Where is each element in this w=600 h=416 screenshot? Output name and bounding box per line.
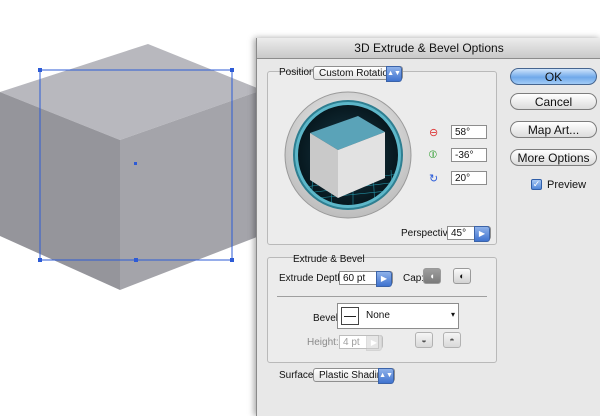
perspective-value: 45° bbox=[451, 228, 467, 239]
map-art-button[interactable]: Map Art... bbox=[510, 121, 597, 138]
cancel-button[interactable]: Cancel bbox=[510, 93, 597, 110]
selection-handle-bm[interactable] bbox=[134, 258, 138, 262]
checkmark-icon: ✓ bbox=[532, 179, 541, 189]
y-axis-angle-field[interactable]: -36° bbox=[451, 148, 487, 162]
selection-handle-br[interactable] bbox=[230, 258, 234, 262]
bevel-dropdown[interactable]: None ▾ bbox=[337, 303, 459, 329]
bevel-extent-in-icon: ◓ bbox=[449, 335, 455, 345]
height-label: Height: bbox=[307, 337, 339, 348]
rotation-track-cube[interactable] bbox=[283, 90, 413, 220]
extrude-depth-slider-toggle[interactable]: ▶ bbox=[376, 271, 393, 287]
y-axis-rotate-icon: ⦶ bbox=[429, 149, 437, 161]
play-arrow-icon: ▶ bbox=[366, 335, 382, 351]
extrude-depth-label: Extrude Depth: bbox=[279, 273, 346, 284]
bevel-dropdown-value: None bbox=[366, 310, 390, 321]
surface-dropdown[interactable]: Plastic Shading ▲▼ bbox=[313, 368, 395, 384]
position-dropdown-value: Custom Rotation bbox=[319, 68, 394, 79]
ok-button[interactable]: OK bbox=[510, 68, 597, 85]
z-axis-angle-field[interactable]: 20° bbox=[451, 171, 487, 185]
x-axis-rotate-icon: ⊖ bbox=[429, 127, 439, 139]
extrude-bevel-divider bbox=[277, 296, 487, 297]
dialog-title: 3D Extrude & Bevel Options bbox=[257, 38, 600, 59]
z-axis-rotate-icon: ↻ bbox=[429, 173, 439, 185]
cap-off-icon: ◐ bbox=[459, 271, 465, 281]
cap-off-button[interactable]: ◐ bbox=[453, 268, 471, 284]
chevron-updown-icon: ▲▼ bbox=[378, 368, 394, 384]
extrude-depth-value: 60 pt bbox=[343, 273, 366, 284]
chevron-updown-icon: ▲▼ bbox=[386, 66, 402, 82]
bevel-extent-in-button[interactable]: ◓ bbox=[443, 332, 461, 348]
extrude-bevel-section-label: Extrude & Bevel bbox=[293, 254, 365, 265]
cap-label: Cap: bbox=[403, 273, 425, 284]
x-axis-angle-field[interactable]: 58° bbox=[451, 125, 487, 139]
position-dropdown[interactable]: Custom Rotation ▲▼ bbox=[313, 66, 403, 82]
selection-handle-bl[interactable] bbox=[38, 258, 42, 262]
height-slider-toggle[interactable]: ▶ bbox=[366, 335, 383, 351]
selection-handle-tr[interactable] bbox=[230, 68, 234, 72]
play-arrow-icon: ▶ bbox=[376, 271, 392, 287]
surface-label: Surface: bbox=[279, 370, 317, 381]
preview-label: Preview bbox=[547, 179, 587, 191]
perspective-slider-toggle[interactable]: ▶ bbox=[474, 226, 491, 242]
cap-on-icon: ◖ bbox=[429, 271, 435, 281]
cap-on-button[interactable]: ◖ bbox=[423, 268, 441, 284]
chevron-down-icon: ▾ bbox=[450, 310, 455, 319]
preview-checkbox[interactable]: ✓ bbox=[531, 179, 542, 190]
height-value: 4 pt bbox=[343, 337, 360, 348]
play-arrow-icon: ▶ bbox=[474, 226, 490, 242]
selection-handle-tl[interactable] bbox=[38, 68, 42, 72]
position-label: Position: bbox=[279, 67, 318, 78]
extrude-bevel-dialog: 3D Extrude & Bevel Options Position: Cus… bbox=[256, 38, 600, 416]
selection-center-point bbox=[134, 162, 137, 165]
bevel-extent-out-button[interactable]: ◒ bbox=[415, 332, 433, 348]
more-options-button[interactable]: More Options bbox=[510, 149, 597, 166]
bevel-flat-line-icon bbox=[344, 316, 356, 317]
bevel-extent-out-icon: ◒ bbox=[421, 335, 427, 345]
bevel-preview-swatch bbox=[341, 307, 359, 325]
